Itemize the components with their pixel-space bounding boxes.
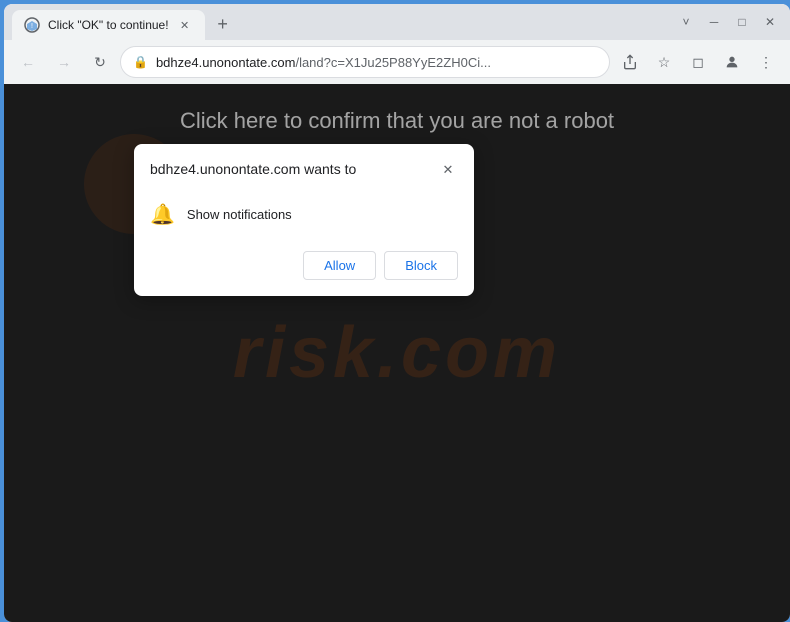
- tab-title: Click "OK" to continue!: [48, 18, 169, 32]
- lock-icon: 🔒: [133, 55, 148, 69]
- new-tab-button[interactable]: +: [209, 10, 237, 38]
- dialog-title: bdhze4.unonontate.com wants to: [150, 160, 356, 180]
- profile-button[interactable]: [716, 46, 748, 78]
- address-domain: bdhze4.unonontate.com: [156, 55, 296, 70]
- address-text: bdhze4.unonontate.com/land?c=X1Ju25P88Yy…: [156, 55, 597, 70]
- share-button[interactable]: [614, 46, 646, 78]
- bell-icon: 🔔: [150, 202, 175, 227]
- title-bar: ! Click "OK" to continue! ✕ + ˅ ─ □ ✕: [4, 4, 790, 40]
- reload-button[interactable]: ↻: [84, 46, 116, 78]
- page-watermark-text: risk.com: [233, 312, 561, 394]
- forward-button[interactable]: →: [48, 46, 80, 78]
- extension-button[interactable]: ◻: [682, 46, 714, 78]
- address-bar[interactable]: 🔒 bdhze4.unonontate.com/land?c=X1Ju25P88…: [120, 46, 610, 78]
- window-controls: ˅ ─ □ ✕: [674, 10, 782, 34]
- dialog-buttons: Allow Block: [150, 251, 458, 280]
- notification-label: Show notifications: [187, 207, 292, 222]
- address-path: /land?c=X1Ju25P88YyE2ZH0Ci...: [295, 55, 490, 70]
- dialog-close-button[interactable]: ✕: [438, 160, 458, 180]
- chevron-down-button[interactable]: ˅: [674, 10, 698, 34]
- toolbar: ← → ↻ 🔒 bdhze4.unonontate.com/land?c=X1J…: [4, 40, 790, 84]
- tab-strip: ! Click "OK" to continue! ✕ +: [12, 4, 670, 40]
- notification-row: 🔔 Show notifications: [150, 194, 458, 235]
- dialog-header: bdhze4.unonontate.com wants to ✕: [150, 160, 458, 180]
- tab-favicon-icon: !: [24, 17, 40, 33]
- close-button[interactable]: ✕: [758, 10, 782, 34]
- maximize-button[interactable]: □: [730, 10, 754, 34]
- menu-button[interactable]: ⋮: [750, 46, 782, 78]
- svg-text:!: !: [31, 23, 33, 30]
- toolbar-actions: ☆ ◻ ⋮: [614, 46, 782, 78]
- back-button[interactable]: ←: [12, 46, 44, 78]
- permission-dialog: bdhze4.unonontate.com wants to ✕ 🔔 Show …: [134, 144, 474, 296]
- tab-close-button[interactable]: ✕: [177, 17, 193, 33]
- bookmark-button[interactable]: ☆: [648, 46, 680, 78]
- page-header-text: Click here to confirm that you are not a…: [4, 108, 790, 134]
- minimize-button[interactable]: ─: [702, 10, 726, 34]
- active-tab[interactable]: ! Click "OK" to continue! ✕: [12, 10, 205, 40]
- allow-button[interactable]: Allow: [303, 251, 376, 280]
- page-content: Click here to confirm that you are not a…: [4, 84, 790, 622]
- block-button[interactable]: Block: [384, 251, 458, 280]
- browser-window: ! Click "OK" to continue! ✕ + ˅ ─ □ ✕ ← …: [4, 4, 790, 622]
